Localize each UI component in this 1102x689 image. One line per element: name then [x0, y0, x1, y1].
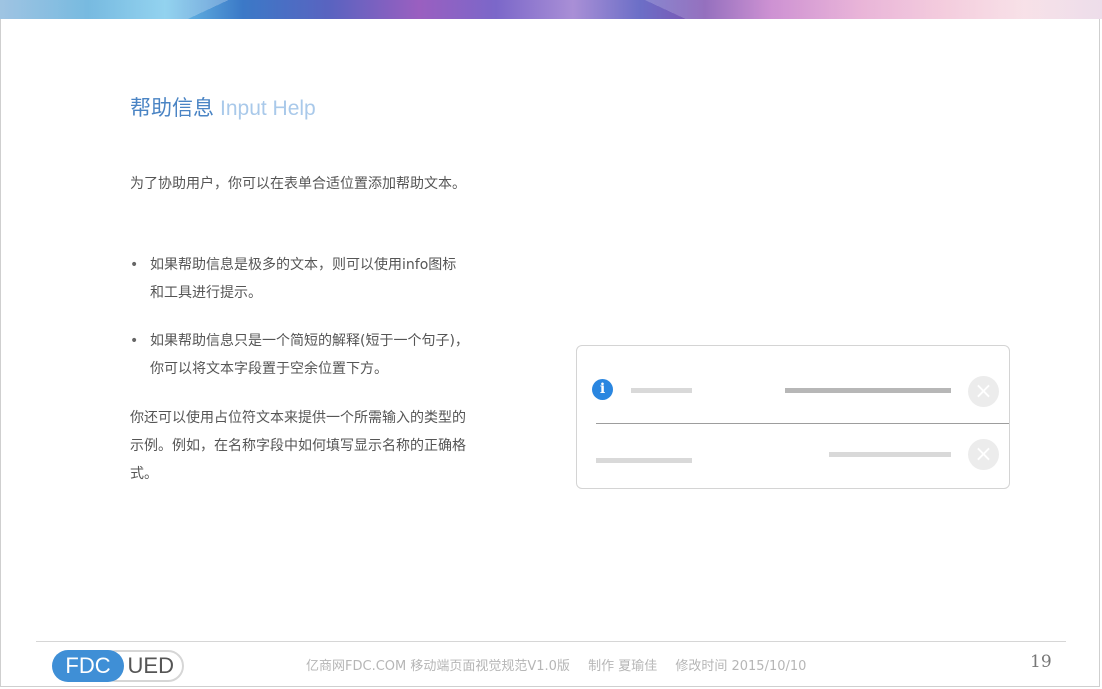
mockup-row-info: i × [577, 346, 1009, 424]
page-title-en: Input Help [220, 97, 316, 120]
label-placeholder [631, 388, 692, 393]
page-number: 19 [1030, 652, 1052, 672]
logo-fdc: FDC [52, 650, 124, 682]
footer-modified: 修改时间 2015/10/10 [675, 659, 807, 674]
input-placeholder[interactable] [829, 452, 951, 457]
page-title: 帮助信息 Input Help [130, 94, 316, 123]
fdc-ued-logo: UED FDC [52, 650, 184, 682]
help-text-placeholder [596, 458, 692, 463]
input-placeholder[interactable] [785, 388, 951, 393]
bullet-item: 如果帮助信息是极多的文本，则可以使用info图标和工具进行提示。 [130, 251, 470, 307]
bullet-item: 如果帮助信息只是一个简短的解释(短于一个句子)，你可以将文本字段置于空余位置下方… [130, 327, 470, 383]
mockup-row-helptext: × [577, 424, 1009, 490]
page-title-zh: 帮助信息 [130, 96, 214, 120]
intro-paragraph: 为了协助用户，你可以在表单合适位置添加帮助文本。 [130, 176, 466, 192]
closing-paragraph: 你还可以使用占位符文本来提供一个所需输入的类型的示例。例如，在名称字段中如何填写… [130, 410, 466, 482]
footer-author: 制作 夏瑜佳 [588, 659, 658, 674]
footer-site: 亿商网FDC.COM 移动端页面视觉规范V1.0版 [306, 659, 570, 674]
clear-icon[interactable]: × [968, 376, 999, 407]
footer-divider [36, 641, 1066, 642]
bullet-list: 如果帮助信息是极多的文本，则可以使用info图标和工具进行提示。 如果帮助信息只… [130, 251, 470, 403]
input-help-mockup: i × × [576, 345, 1010, 489]
top-banner [0, 0, 1102, 19]
clear-icon[interactable]: × [968, 439, 999, 470]
info-icon[interactable]: i [592, 379, 613, 400]
footer-meta: 亿商网FDC.COM 移动端页面视觉规范V1.0版 制作 夏瑜佳 修改时间 20… [306, 655, 820, 674]
